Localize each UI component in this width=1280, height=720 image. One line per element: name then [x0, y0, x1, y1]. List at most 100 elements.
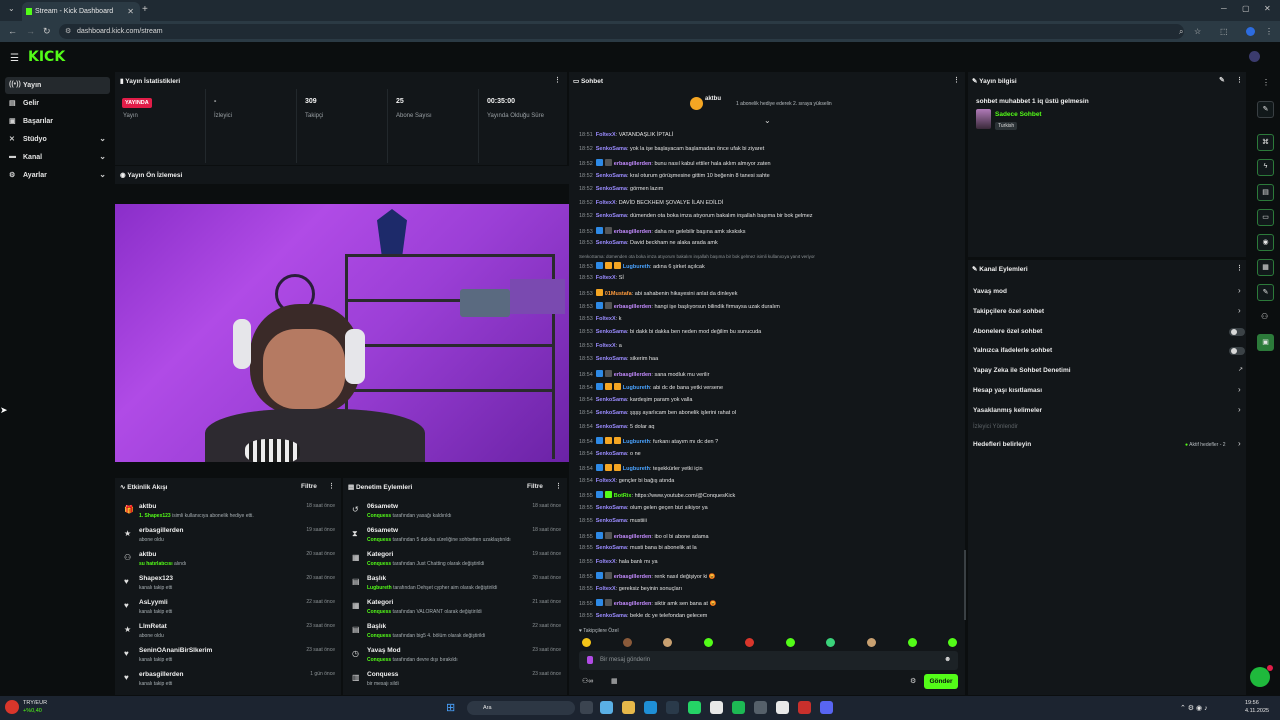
chat-username[interactable]: FoltexX: [596, 132, 616, 138]
feed-name[interactable]: erbasgillerden: [139, 671, 183, 678]
rail-tools-button[interactable]: ✎: [1257, 284, 1274, 301]
rail-layout-button[interactable]: ▦: [1257, 259, 1274, 276]
edge-icon[interactable]: [644, 701, 657, 714]
edit-pencil-icon[interactable]: ✎: [1219, 76, 1225, 84]
feed-name[interactable]: 06sametw: [367, 527, 398, 534]
chat-username[interactable]: SenkoSama: [596, 173, 627, 179]
chat-username[interactable]: FoltexX: [596, 559, 616, 565]
channel-action-item[interactable]: Yalnızca ifadelerle sohbet: [973, 347, 1052, 354]
feed-name[interactable]: 06sametw: [367, 503, 398, 510]
tab-list-icon[interactable]: ⌄: [8, 4, 15, 13]
windows-start-icon[interactable]: ⊞: [446, 701, 455, 714]
feed-name[interactable]: aktbu: [139, 551, 156, 558]
feed-name[interactable]: aktbu: [139, 503, 156, 510]
chat-username[interactable]: Lugbureth: [623, 466, 650, 472]
url-input[interactable]: ⚙ dashboard.kick.com/stream: [59, 24, 1184, 39]
rail-scene-button[interactable]: ⌘: [1257, 134, 1274, 151]
chat-username[interactable]: erbasgillerden: [614, 601, 652, 607]
whatsapp-icon[interactable]: [688, 701, 701, 714]
close-window-icon[interactable]: ✕: [1264, 4, 1271, 13]
emoji-icon[interactable]: ☻: [944, 656, 951, 663]
rail-chat-button[interactable]: ▭: [1257, 209, 1274, 226]
chat-username[interactable]: SenkoSama: [596, 329, 627, 335]
stock-widget-icon[interactable]: [5, 700, 19, 714]
profile-avatar[interactable]: [1246, 27, 1255, 36]
chat-username[interactable]: BotRix: [614, 493, 632, 499]
chat-username[interactable]: SenkoSama: [596, 545, 627, 551]
moderation-more-icon[interactable]: ⋮: [555, 482, 562, 490]
channel-action-item[interactable]: Takipçilere özel sohbet: [973, 308, 1044, 315]
chat-username[interactable]: FoltexX: [596, 316, 616, 322]
feed-name[interactable]: erbasgillerden: [139, 527, 183, 534]
feed-name[interactable]: Kategori: [367, 599, 393, 606]
send-button[interactable]: Gönder: [924, 674, 958, 689]
browser-menu-icon[interactable]: ⋮: [1265, 27, 1273, 36]
tray-icons[interactable]: ⌃ ⚙ ◉ ♪: [1180, 704, 1208, 712]
feed-name[interactable]: Conquess: [367, 671, 398, 678]
chat-username[interactable]: SenkoSama: [596, 505, 627, 511]
channel-action-item[interactable]: Yasaklanmış kelimeler: [973, 407, 1042, 414]
external-link-icon[interactable]: ↗: [1238, 366, 1243, 373]
chat-username[interactable]: SenkoSama: [596, 613, 627, 619]
maximize-icon[interactable]: ▢: [1242, 4, 1250, 13]
channel-action-item[interactable]: Hesap yaşı kısıtlaması: [973, 387, 1042, 394]
moderation-filter-button[interactable]: Filtre: [527, 483, 543, 490]
feed-name[interactable]: SeninOAnaniBirSIkerim: [139, 647, 212, 654]
file-explorer-icon[interactable]: [622, 701, 635, 714]
reload-icon[interactable]: ↻: [43, 26, 51, 37]
toggle-switch[interactable]: [1229, 327, 1245, 336]
chevron-right-icon[interactable]: ›: [1238, 439, 1241, 448]
emote-icon[interactable]: [744, 638, 754, 647]
gift-icon[interactable]: ▦: [611, 677, 618, 685]
taskbar-search[interactable]: Ara: [467, 701, 575, 715]
chat-username[interactable]: Lugbureth: [623, 264, 650, 270]
category-link[interactable]: Sadece Sohbet: [995, 111, 1042, 118]
forward-icon[interactable]: →: [26, 26, 35, 36]
emote-icon[interactable]: [907, 638, 917, 647]
spotify-icon[interactable]: [732, 701, 745, 714]
chat-username[interactable]: Lugbureth: [623, 385, 650, 391]
chat-input[interactable]: Bir mesaj gönderin ☻: [579, 651, 958, 670]
chat-username[interactable]: SenkoSama: [596, 240, 627, 246]
stream-info-more-icon[interactable]: ⋮: [1236, 76, 1243, 84]
chevron-right-icon[interactable]: ›: [1238, 306, 1241, 315]
feed-name[interactable]: Başlık: [367, 575, 386, 582]
sidebar-item-kanal[interactable]: ▬ Kanal ⌄: [5, 149, 110, 166]
feed-name[interactable]: Kategori: [367, 551, 393, 558]
sidebar-item-yayin[interactable]: ((•)) Yayın: [5, 77, 110, 94]
chat-username[interactable]: FoltexX: [596, 478, 616, 484]
chrome-icon[interactable]: [710, 701, 723, 714]
activity-more-icon[interactable]: ⋮: [328, 482, 335, 490]
sidebar-item-basarilar[interactable]: ▣ Başarılar: [5, 113, 110, 130]
taskview-icon[interactable]: [580, 701, 593, 714]
bookmark-star-icon[interactable]: ☆: [1194, 27, 1201, 36]
chat-username[interactable]: erbasgillerden: [614, 574, 652, 580]
search-icon[interactable]: ⌕: [1179, 27, 1183, 37]
emote-icon[interactable]: [582, 638, 591, 647]
feed-name[interactable]: Yavaş Mod: [367, 647, 401, 654]
rail-edit-button[interactable]: ✎: [1257, 101, 1274, 118]
chat-username[interactable]: SenkoSama: [596, 213, 627, 219]
chat-username[interactable]: SenkoSama: [596, 451, 627, 457]
expand-down-icon[interactable]: ⌄: [764, 116, 771, 125]
chat-username[interactable]: SenkoSama: [596, 518, 627, 524]
chat-username[interactable]: SenkoSama: [596, 146, 627, 152]
feed-name[interactable]: Shapex123: [139, 575, 173, 582]
chevron-right-icon[interactable]: ›: [1238, 385, 1241, 394]
stats-more-icon[interactable]: ⋮: [554, 76, 561, 84]
channel-action-item[interactable]: Abonelere özel sohbet: [973, 328, 1042, 335]
store-icon[interactable]: [666, 701, 679, 714]
activity-filter-button[interactable]: Filtre: [301, 483, 317, 490]
extensions-icon[interactable]: ⬚: [1220, 27, 1228, 36]
rail-lightning-button[interactable]: ϟ: [1257, 159, 1274, 176]
channel-action-item[interactable]: Yapay Zeka ile Sohbet Denetimi: [973, 367, 1071, 374]
site-info-icon[interactable]: ⚙: [65, 27, 71, 35]
menu-icon[interactable]: ☰: [10, 53, 19, 64]
chat-username[interactable]: SenkoSama: [596, 424, 627, 430]
pinned-user[interactable]: aktbu: [705, 96, 721, 102]
chat-username[interactable]: 01Mustafa: [605, 291, 632, 297]
chat-username[interactable]: erbasgillerden: [614, 372, 652, 378]
copilot-icon[interactable]: [600, 701, 613, 714]
chat-username[interactable]: FoltexX: [596, 275, 616, 281]
rail-more-icon[interactable]: ⋮: [1262, 78, 1270, 87]
